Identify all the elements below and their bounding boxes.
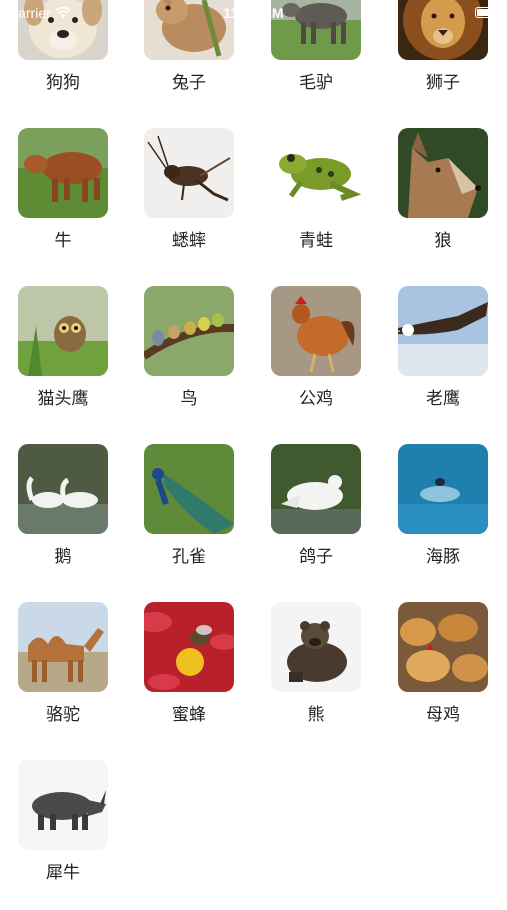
animal-item-cow[interactable]: 牛 — [0, 128, 126, 278]
animal-item-birds[interactable]: 鸟 — [126, 286, 252, 436]
animal-label: 狮子 — [426, 73, 460, 93]
owl-photo — [18, 286, 108, 376]
bear-photo — [271, 602, 361, 692]
birds-photo — [144, 286, 234, 376]
geese-photo — [18, 444, 108, 534]
wolf-photo — [398, 128, 488, 218]
animal-item-geese[interactable]: 鹅 — [0, 444, 126, 594]
animal-label: 海豚 — [426, 547, 460, 567]
animal-label: 骆驼 — [46, 705, 80, 725]
hens-photo — [398, 602, 488, 692]
animal-label: 老鹰 — [426, 389, 460, 409]
animal-item-owl[interactable]: 猫头鹰 — [0, 286, 126, 436]
camel-photo — [18, 602, 108, 692]
animal-label: 孔雀 — [172, 547, 206, 567]
rhino-photo — [18, 760, 108, 850]
animal-label: 鹅 — [54, 547, 72, 567]
dove-photo — [271, 444, 361, 534]
animal-label: 青蛙 — [299, 231, 333, 251]
animal-item-hens[interactable]: 母鸡 — [380, 602, 506, 752]
animal-label: 狼 — [434, 231, 452, 251]
animal-item-camel[interactable]: 骆驼 — [0, 602, 126, 752]
dolphin-photo — [398, 444, 488, 534]
status-bar: Carrier 11:54 AM — [0, 0, 507, 28]
animal-label: 蟋蟀 — [172, 231, 206, 251]
animal-label: 公鸡 — [299, 389, 333, 409]
animal-label: 鸽子 — [299, 547, 333, 567]
animal-label: 狗狗 — [46, 73, 80, 93]
animal-label: 鸟 — [180, 389, 198, 409]
battery-icon — [475, 7, 501, 18]
cow-photo — [18, 128, 108, 218]
animal-label: 兔子 — [172, 73, 206, 93]
animal-item-eagle[interactable]: 老鹰 — [380, 286, 506, 436]
animal-label: 蜜蜂 — [172, 705, 206, 725]
animal-item-peacock[interactable]: 孔雀 — [126, 444, 252, 594]
peacock-photo — [144, 444, 234, 534]
animal-label: 母鸡 — [426, 705, 460, 725]
animal-item-wolf[interactable]: 狼 — [380, 128, 506, 278]
animal-label: 毛驴 — [299, 73, 333, 93]
animal-item-dolphin[interactable]: 海豚 — [380, 444, 506, 594]
animal-item-frog[interactable]: 青蛙 — [253, 128, 379, 278]
cricket-photo — [144, 128, 234, 218]
animal-label: 熊 — [307, 705, 325, 725]
animal-item-cricket[interactable]: 蟋蟀 — [126, 128, 252, 278]
animal-label: 犀牛 — [46, 863, 80, 883]
animal-item-bee[interactable]: 蜜蜂 — [126, 602, 252, 752]
animal-item-rhino[interactable]: 犀牛 — [0, 760, 126, 910]
animal-label: 牛 — [54, 231, 72, 251]
eagle-photo — [398, 286, 488, 376]
bee-photo — [144, 602, 234, 692]
frog-photo — [271, 128, 361, 218]
rooster-photo — [271, 286, 361, 376]
animal-label: 猫头鹰 — [37, 389, 89, 409]
status-time: 11:54 AM — [223, 5, 284, 21]
animal-item-dove[interactable]: 鸽子 — [253, 444, 379, 594]
animal-item-bear[interactable]: 熊 — [253, 602, 379, 752]
animal-item-rooster[interactable]: 公鸡 — [253, 286, 379, 436]
